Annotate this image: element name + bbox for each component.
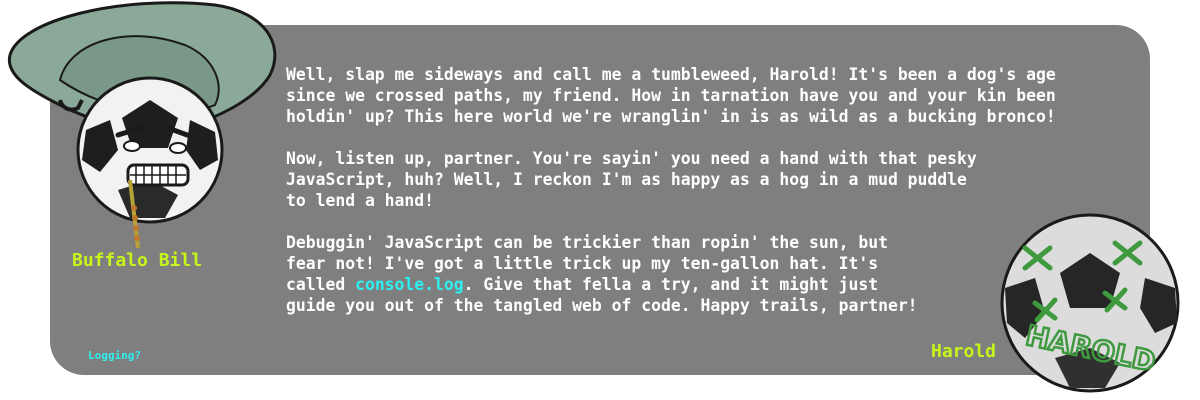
- message-paragraph-2: Now, listen up, partner. You're sayin' y…: [286, 149, 977, 210]
- soccer-ball-icon: HAROLD: [1000, 213, 1180, 393]
- left-character-name: Buffalo Bill: [72, 250, 203, 271]
- inline-code: console.log: [355, 275, 464, 294]
- cowboy-soccer-ball-icon: [7, 1, 277, 249]
- message-paragraph-1: Well, slap me sideways and call me a tum…: [286, 65, 1056, 126]
- footnote-link[interactable]: Logging?: [88, 349, 141, 362]
- right-character-name: Harold: [931, 341, 997, 362]
